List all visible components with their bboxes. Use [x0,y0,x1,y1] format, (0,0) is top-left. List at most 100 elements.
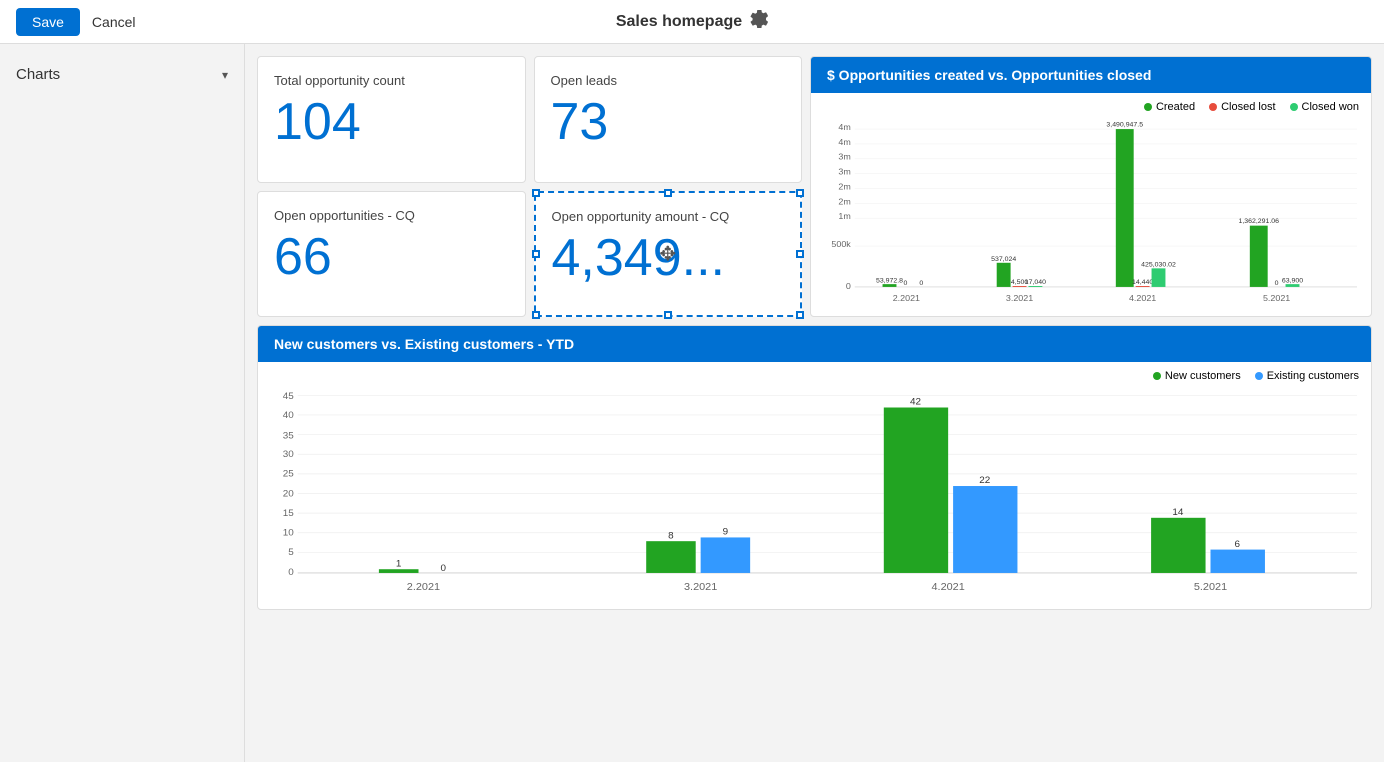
svg-text:0: 0 [288,567,294,578]
legend-item-existing-customers: Existing customers [1255,370,1359,382]
svg-text:537,024: 537,024 [991,256,1016,263]
svg-text:9: 9 [723,527,729,538]
kpi-card-open-leads[interactable]: Open leads 73 [534,56,803,183]
kpi-grid: Total opportunity count 104 Open leads 7… [257,56,802,317]
content-area: Total opportunity count 104 Open leads 7… [245,44,1384,762]
opp-chart-header: $ Opportunities created vs. Opportunitie… [811,57,1371,93]
svg-text:22: 22 [979,475,990,486]
svg-text:35: 35 [283,431,294,442]
legend-label-created: Created [1156,101,1195,113]
resize-handle-tl[interactable] [532,189,540,197]
resize-handle-tm[interactable] [664,189,672,197]
legend-dot-created [1144,103,1152,111]
save-button[interactable]: Save [16,8,80,36]
kpi-label-open-opp-amount-cq: Open opportunity amount - CQ [552,209,785,224]
svg-text:3m: 3m [838,152,850,162]
svg-text:3m: 3m [838,167,850,177]
svg-text:14,440: 14,440 [1132,279,1153,286]
svg-text:1m: 1m [838,211,850,221]
svg-text:425,030.02: 425,030.02 [1141,262,1176,269]
resize-handle-tr[interactable] [796,189,804,197]
svg-text:53,972.8: 53,972.8 [876,277,903,284]
customers-chart-legend: New customers Existing customers [270,370,1359,382]
customers-chart-body: New customers Existing customers 45 40 3… [258,362,1371,609]
customers-chart-svg: 45 40 35 30 25 20 15 10 5 0 [270,386,1359,601]
opp-chart-title: $ Opportunities created vs. Opportunitie… [827,67,1151,83]
customers-chart-header: New customers vs. Existing customers - Y… [258,326,1371,362]
svg-text:5.2021: 5.2021 [1263,293,1290,303]
top-bar: Save Cancel Sales homepage [0,0,1384,44]
kpi-card-open-opp-cq[interactable]: Open opportunities - CQ 66 [257,191,526,318]
cancel-button[interactable]: Cancel [80,8,148,36]
legend-item-closed-won: Closed won [1290,101,1359,113]
svg-text:45: 45 [283,391,294,402]
kpi-label-open-opp-cq: Open opportunities - CQ [274,208,509,223]
opp-bar-chart: 4m 4m 3m 3m 2m 2m 1m 500k 0 [823,117,1359,312]
legend-item-new-customers: New customers [1153,370,1241,382]
page-title: Sales homepage [616,10,768,33]
svg-text:0: 0 [919,280,923,287]
kpi-value-open-opp-cq: 66 [274,231,509,283]
svg-text:0: 0 [846,281,851,291]
legend-label-closed-won: Closed won [1302,101,1359,113]
svg-text:0: 0 [903,280,907,287]
opp-chart-card: $ Opportunities created vs. Opportunitie… [810,56,1372,317]
opp-chart-legend: Created Closed lost Closed won [823,101,1359,113]
kpi-value-total-opp: 104 [274,96,509,148]
customers-bar-chart: 45 40 35 30 25 20 15 10 5 0 [270,386,1359,601]
legend-label-existing-customers: Existing customers [1267,370,1359,382]
resize-handle-bl[interactable] [532,311,540,319]
legend-label-closed-lost: Closed lost [1221,101,1275,113]
legend-dot-closed-won [1290,103,1298,111]
svg-text:3,490,947.5: 3,490,947.5 [1106,121,1143,128]
svg-text:0: 0 [1275,280,1279,287]
kpi-label-total-opp: Total opportunity count [274,73,509,88]
svg-text:3.2021: 3.2021 [684,581,717,593]
chevron-down-icon: ▾ [222,68,228,82]
svg-text:0: 0 [440,563,446,574]
svg-text:2m: 2m [838,197,850,207]
legend-dot-new-customers [1153,372,1161,380]
svg-text:2.2021: 2.2021 [893,293,920,303]
svg-text:1,362,291.06: 1,362,291.06 [1238,218,1279,225]
kpi-card-total-opp[interactable]: Total opportunity count 104 [257,56,526,183]
svg-text:40: 40 [283,410,294,421]
gear-icon[interactable] [750,10,768,33]
top-row: Total opportunity count 104 Open leads 7… [257,56,1372,317]
kpi-card-open-opp-amount-cq[interactable]: Open opportunity amount - CQ 4,349... ✥ [534,191,803,318]
svg-text:20: 20 [283,489,294,500]
resize-handle-ml[interactable] [532,250,540,258]
legend-dot-existing-customers [1255,372,1263,380]
svg-text:4.2021: 4.2021 [932,581,965,593]
svg-text:15: 15 [283,508,294,519]
legend-label-new-customers: New customers [1165,370,1241,382]
resize-handle-mr[interactable] [796,250,804,258]
svg-text:63,900: 63,900 [1282,277,1303,284]
sidebar-item-charts[interactable]: Charts ▾ [0,56,244,93]
svg-text:4m: 4m [838,122,850,132]
svg-text:3.2021: 3.2021 [1006,293,1033,303]
kpi-value-open-opp-amount-cq: 4,349... [552,232,785,284]
svg-text:10: 10 [283,528,294,539]
svg-text:30: 30 [283,449,294,460]
main-layout: Charts ▾ Total opportunity count 104 Ope… [0,44,1384,762]
page-title-text: Sales homepage [616,13,742,31]
svg-text:25: 25 [283,469,294,480]
kpi-label-open-leads: Open leads [551,73,786,88]
svg-text:42: 42 [910,397,921,408]
svg-text:5: 5 [288,547,294,558]
svg-text:1: 1 [396,559,402,570]
resize-handle-br[interactable] [796,311,804,319]
sidebar: Charts ▾ [0,44,245,762]
svg-text:500k: 500k [831,239,851,249]
customers-chart-card: New customers vs. Existing customers - Y… [257,325,1372,610]
svg-text:17,040: 17,040 [1025,279,1046,286]
resize-handle-bm[interactable] [664,311,672,319]
opp-chart-body: Created Closed lost Closed won [811,93,1371,316]
svg-text:4.2021: 4.2021 [1129,293,1156,303]
legend-item-created: Created [1144,101,1195,113]
sidebar-charts-label: Charts [16,66,60,83]
opp-chart-svg: 4m 4m 3m 3m 2m 2m 1m 500k 0 [823,117,1359,312]
svg-text:2.2021: 2.2021 [407,581,440,593]
legend-item-closed-lost: Closed lost [1209,101,1275,113]
